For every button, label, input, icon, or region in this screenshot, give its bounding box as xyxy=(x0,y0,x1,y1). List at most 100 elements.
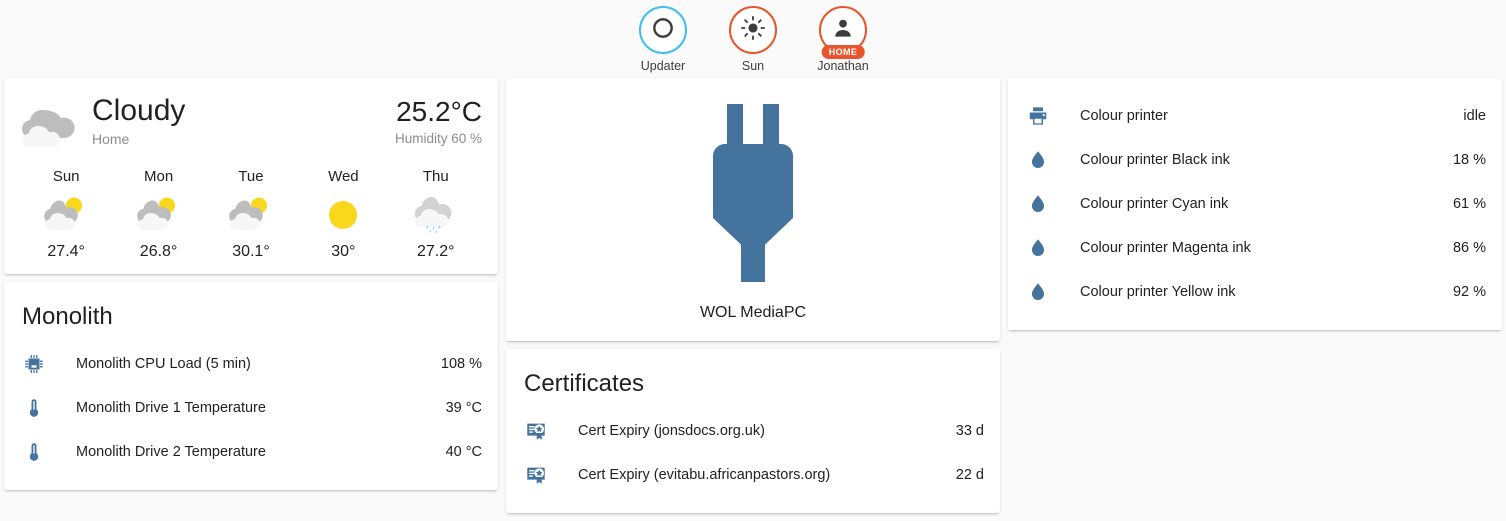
rainy-icon xyxy=(413,192,459,238)
entity-state[interactable]: 40 °C xyxy=(434,444,482,460)
person-icon xyxy=(830,15,856,46)
forecast-day-name: Tue xyxy=(238,168,264,185)
badge-label: Jonathan xyxy=(817,59,869,73)
cpu-chip-icon xyxy=(22,352,46,376)
wol-mediapc-card[interactable]: WOL MediaPC xyxy=(506,78,1000,341)
entity-state[interactable]: 108 % xyxy=(429,356,482,372)
entity-state[interactable]: 92 % xyxy=(1441,284,1486,300)
entity-state[interactable]: idle xyxy=(1451,108,1486,124)
forecast-day: Sun 27.4° xyxy=(22,168,110,262)
badge-circle[interactable] xyxy=(639,6,687,54)
entity-row[interactable]: Colour printer Cyan ink 61 % xyxy=(1026,184,1486,224)
forecast-temperature: 27.4° xyxy=(47,243,85,260)
badge-jonathan[interactable]: HOME Jonathan xyxy=(805,6,881,73)
weather-text: Cloudy Home xyxy=(92,94,185,148)
circle-outline-icon xyxy=(650,15,676,46)
badge-label: Sun xyxy=(741,59,765,73)
forecast-temperature: 30.1° xyxy=(232,243,270,260)
entity-row[interactable]: Monolith Drive 2 Temperature 40 °C xyxy=(22,432,482,472)
monolith-card: Monolith Monolith CPU Load (5 min) 108 %… xyxy=(4,282,498,490)
thermometer-icon xyxy=(22,396,46,420)
entity-state[interactable]: 22 d xyxy=(944,467,984,483)
weather-temperature: 25.2°C xyxy=(396,96,482,127)
forecast-day: Thu 27.2° xyxy=(392,168,480,262)
power-plug-icon xyxy=(693,104,813,286)
forecast-day-name: Wed xyxy=(328,168,359,185)
entity-state[interactable]: 61 % xyxy=(1441,196,1486,212)
entity-row[interactable]: Colour printer Magenta ink 86 % xyxy=(1026,228,1486,268)
sun-icon xyxy=(740,15,766,46)
forecast-day: Mon 26.8° xyxy=(115,168,203,262)
weather-current: Cloudy Home xyxy=(20,94,185,154)
weather-humidity: Humidity 60 % xyxy=(394,131,482,146)
entity-name: Colour printer Cyan ink xyxy=(1080,196,1229,212)
entity-row[interactable]: Monolith Drive 1 Temperature 39 °C xyxy=(22,388,482,428)
thermometer-icon xyxy=(22,440,46,464)
entity-name: Cert Expiry (evitabu.africanpastors.org) xyxy=(578,467,831,483)
entity-row[interactable]: Colour printer idle xyxy=(1026,96,1486,136)
entity-row[interactable]: Cert Expiry (jonsdocs.org.uk) 33 d xyxy=(524,411,984,451)
wol-mediapc-label: WOL MediaPC xyxy=(699,304,807,321)
certificates-card: Certificates Cert Expiry (jonsdocs.org.u… xyxy=(506,349,1000,513)
certificate-icon xyxy=(524,463,548,487)
column-right: Colour printer idle Colour printer Black… xyxy=(1008,78,1502,338)
badge-circle[interactable] xyxy=(729,6,777,54)
weather-summary: Cloudy Home 25.2°C Humidity 60 % xyxy=(20,94,482,154)
entity-state[interactable]: 18 % xyxy=(1441,152,1486,168)
badge-circle[interactable]: HOME xyxy=(819,6,867,59)
forecast-day: Wed 30° xyxy=(299,168,387,262)
column-left: Cloudy Home 25.2°C Humidity 60 % Sun 27.… xyxy=(4,78,498,498)
certificate-icon xyxy=(524,419,548,443)
ink-drop-icon xyxy=(1026,236,1050,260)
entity-row[interactable]: Monolith CPU Load (5 min) 108 % xyxy=(22,344,482,384)
forecast-temperature: 27.2° xyxy=(416,243,455,260)
entity-name: Cert Expiry (jonsdocs.org.uk) xyxy=(578,423,765,439)
ink-drop-icon xyxy=(1026,192,1050,216)
entity-row[interactable]: Colour printer Yellow ink 92 % xyxy=(1026,272,1486,312)
printer-card: Colour printer idle Colour printer Black… xyxy=(1008,78,1502,330)
weather-readings: 25.2°C Humidity 60 % xyxy=(395,94,482,148)
badge-label: Updater xyxy=(640,59,686,73)
forecast-day-name: Thu xyxy=(422,168,449,185)
entity-name: Monolith Drive 2 Temperature xyxy=(76,444,266,460)
weather-state: Cloudy xyxy=(92,94,186,127)
partly-cloudy-icon xyxy=(136,192,182,238)
entity-state[interactable]: 33 d xyxy=(944,423,984,439)
entity-name: Monolith Drive 1 Temperature xyxy=(76,400,266,416)
badge-updater[interactable]: Updater xyxy=(625,6,701,73)
cloudy-icon xyxy=(20,98,82,154)
forecast-day: Tue 30.1° xyxy=(207,168,295,262)
ink-drop-icon xyxy=(1026,280,1050,304)
partly-cloudy-icon xyxy=(228,192,274,238)
forecast-day-name: Mon xyxy=(143,168,174,185)
entity-list: Monolith CPU Load (5 min) 108 % Monolith… xyxy=(4,334,498,490)
sunny-icon xyxy=(320,192,366,238)
entity-name: Monolith CPU Load (5 min) xyxy=(76,356,251,372)
entity-name: Colour printer Magenta ink xyxy=(1080,240,1251,256)
printer-icon xyxy=(1026,104,1050,128)
badge-sun[interactable]: Sun xyxy=(715,6,791,73)
card-title: Monolith xyxy=(22,303,113,330)
weather-location: Home xyxy=(92,131,130,147)
status-badge: HOME xyxy=(821,44,865,59)
dashboard-columns: Cloudy Home 25.2°C Humidity 60 % Sun 27.… xyxy=(0,78,1506,521)
entity-row[interactable]: Colour printer Black ink 18 % xyxy=(1026,140,1486,180)
entity-state[interactable]: 86 % xyxy=(1441,240,1486,256)
column-middle: WOL MediaPC Certificates Cert Expiry (jo… xyxy=(506,78,1000,521)
weather-card[interactable]: Cloudy Home 25.2°C Humidity 60 % Sun 27.… xyxy=(4,78,498,274)
entity-state[interactable]: 39 °C xyxy=(434,400,482,416)
partly-cloudy-icon xyxy=(43,192,89,238)
badges-row: Updater Sun HOME Jonathan xyxy=(0,0,1506,78)
entity-list: Cert Expiry (jonsdocs.org.uk) 33 d Cert … xyxy=(506,401,1000,513)
entity-name: Colour printer Black ink xyxy=(1080,152,1230,168)
forecast-temperature: 26.8° xyxy=(139,243,178,260)
weather-forecast: Sun 27.4° Mon 26.8° Tue 30.1° Wed 30° Th… xyxy=(20,168,482,262)
forecast-temperature: 30° xyxy=(331,243,356,260)
entity-name: Colour printer xyxy=(1080,108,1168,124)
card-title: Certificates xyxy=(524,370,645,397)
entity-row[interactable]: Cert Expiry (evitabu.africanpastors.org)… xyxy=(524,455,984,495)
forecast-day-name: Sun xyxy=(52,168,80,185)
ink-drop-icon xyxy=(1026,148,1050,172)
entity-list: Colour printer idle Colour printer Black… xyxy=(1008,78,1502,330)
entity-name: Colour printer Yellow ink xyxy=(1080,284,1236,300)
